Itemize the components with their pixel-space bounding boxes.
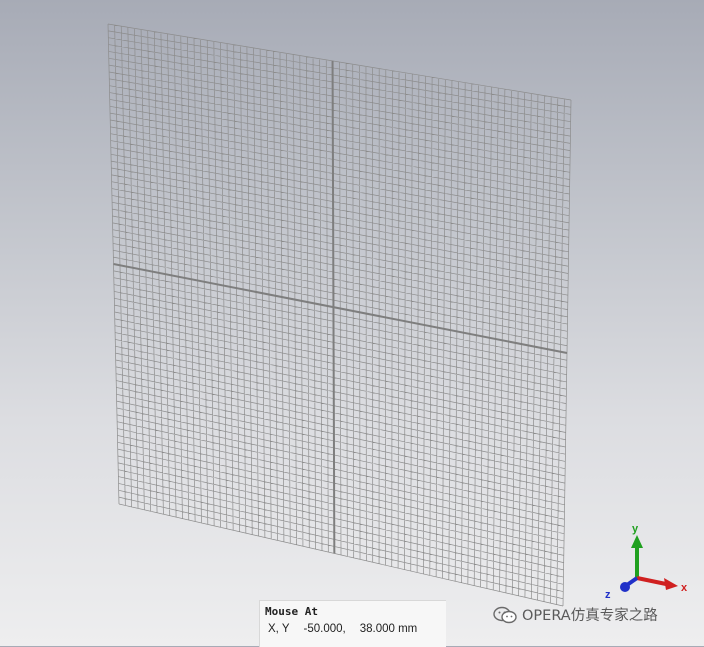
mouse-position-readout: Mouse At X, Y -50.000, 38.000 mm <box>259 600 446 647</box>
readout-coordinates: X, Y -50.000, 38.000 mm <box>268 623 417 635</box>
wechat-icon <box>493 606 517 623</box>
y-axis-arrow <box>631 535 643 578</box>
watermark-text: OPERA仿真专家之路 <box>522 608 658 624</box>
y-value: 38.000 mm <box>359 623 418 635</box>
readout-title: Mouse At <box>265 605 318 618</box>
x-value: -50.000, <box>303 623 346 635</box>
watermark: OPERA仿真专家之路 <box>492 604 658 625</box>
z-axis-label: z <box>605 589 611 601</box>
axes-triad: y x z <box>605 523 688 601</box>
x-axis-label: x <box>681 582 688 594</box>
y-axis-label: y <box>632 523 639 535</box>
3d-viewport[interactable]: y x z <box>0 0 704 646</box>
xy-label: X, Y <box>268 623 290 635</box>
z-axis-arrow <box>620 576 639 592</box>
x-axis-arrow <box>636 576 678 590</box>
